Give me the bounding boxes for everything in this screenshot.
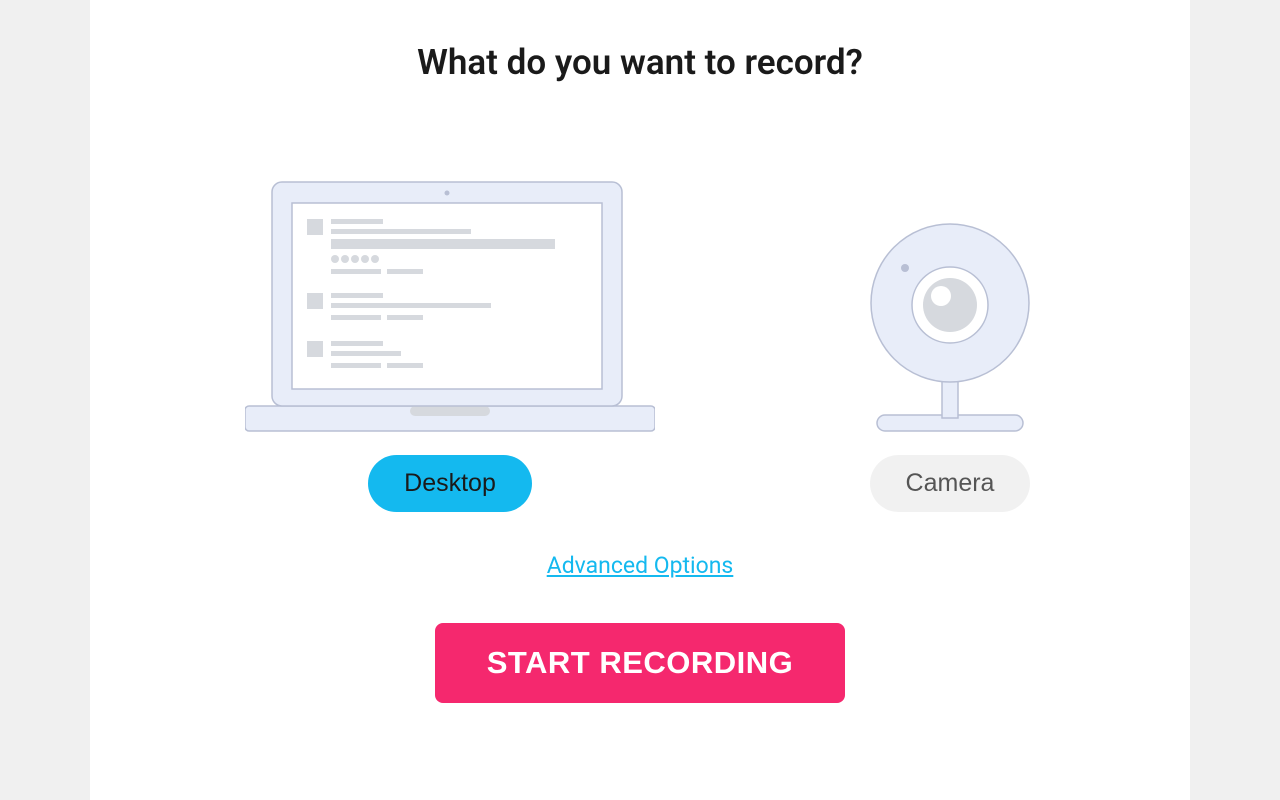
option-camera[interactable]: Camera: [865, 173, 1035, 512]
advanced-options-link[interactable]: Advanced Options: [547, 552, 734, 579]
start-button-wrap: START RECORDING: [90, 623, 1190, 703]
source-options: Desktop Camera: [90, 173, 1190, 512]
desktop-icon: [245, 173, 655, 433]
option-desktop-pill[interactable]: Desktop: [368, 455, 532, 512]
record-source-modal: What do you want to record?: [90, 0, 1190, 800]
option-desktop[interactable]: Desktop: [245, 173, 655, 512]
advanced-options-wrap: Advanced Options: [90, 552, 1190, 579]
option-camera-pill[interactable]: Camera: [870, 455, 1031, 512]
start-recording-button[interactable]: START RECORDING: [435, 623, 846, 703]
modal-title: What do you want to record?: [90, 42, 1190, 83]
webcam-icon: [865, 173, 1035, 433]
